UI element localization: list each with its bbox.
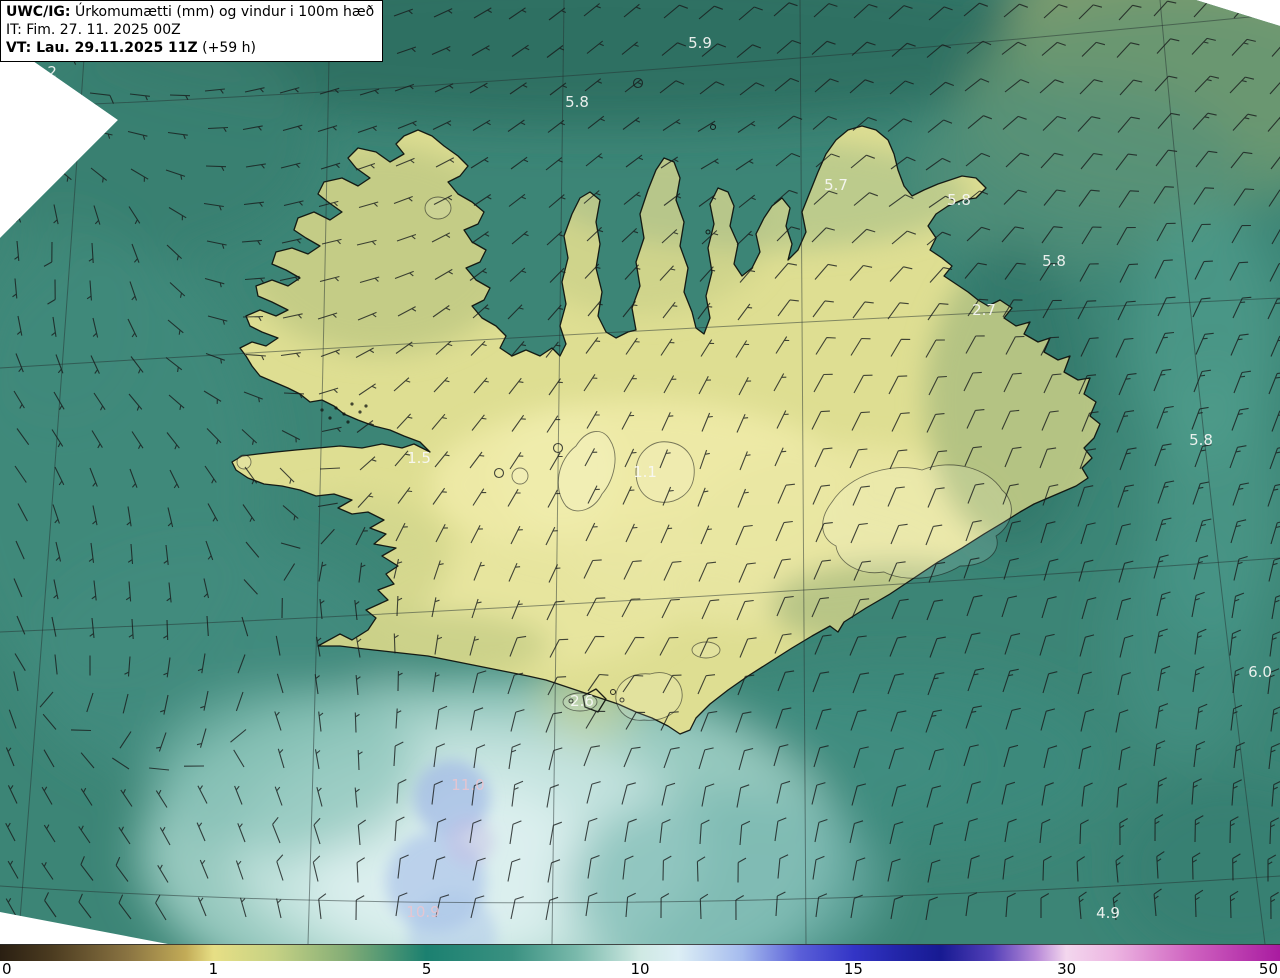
myrdalsjokull-outline	[615, 672, 683, 721]
valid-time-line: VT: Lau. 29.11.2025 11Z (+59 h)	[6, 39, 374, 57]
init-time-line: IT: Fim. 27. 11. 2025 00Z	[6, 22, 181, 38]
precip-value-label: 5.8	[1189, 431, 1213, 449]
precip-value-label: 5.8	[1042, 252, 1066, 270]
product-id: UWC/IG:	[6, 4, 71, 20]
wind-barb	[1268, 3, 1280, 20]
precip-value-label: 11.0	[451, 776, 484, 794]
precip-value-label: 4.9	[1096, 904, 1120, 922]
wind-barb	[17, 127, 38, 138]
colorbar-label: 1	[208, 960, 219, 978]
precip-value-label: 5.7	[824, 176, 848, 194]
precip-value-label: 8.2	[33, 63, 57, 81]
eiriksjokull-outline	[511, 467, 529, 485]
product-title: Úrkomumætti (mm) og vindur i 100m hæð	[70, 4, 375, 20]
snaefellsjokull-outline	[236, 454, 252, 470]
precip-value-label: 5.8	[947, 191, 971, 209]
precip-value-label: 1.1	[633, 463, 657, 481]
precip-value-label: 2.7	[972, 301, 996, 319]
map-info-box: UWC/IG: Úrkomumætti (mm) og vindur i 100…	[0, 0, 384, 62]
precip-value-label: 5.8	[565, 93, 589, 111]
colorbar-tick-labels: 0 1 5 10 15 30 50	[0, 961, 1280, 978]
wind-barb	[13, 203, 22, 223]
forecast-offset: (+59 h)	[197, 40, 256, 56]
colorbar-label: 50	[1258, 960, 1278, 978]
weather-map-page: 8.2 5.9 5.8 5.7 5.8 5.8 2.7 5.8 1.5 1.1 2.6 11.0 10.…	[0, 0, 1280, 978]
precip-value-label: 1.5	[407, 449, 431, 467]
colorbar-label: 30	[1057, 960, 1077, 978]
wind-barb	[52, 128, 73, 138]
valid-time: VT: Lau. 29.11.2025 11Z	[6, 40, 198, 56]
wind-barb	[15, 165, 33, 181]
info-title-line: UWC/IG: Úrkomumætti (mm) og vindur i 100…	[6, 3, 374, 21]
weather-map: 8.2 5.9 5.8 5.7 5.8 5.8 2.7 5.8 1.5 1.1 2.6 11.0 10.…	[0, 0, 1280, 944]
colorbar-label: 0	[2, 960, 12, 978]
precipitation-colorbar	[0, 944, 1280, 961]
precip-value-label: 5.9	[688, 34, 712, 52]
colorbar-label: 5	[421, 960, 432, 978]
wind-barb	[70, 729, 92, 732]
drangajokull-outline	[424, 196, 452, 220]
colorbar-label: 10	[630, 960, 650, 978]
precip-value-label: 6.0	[1248, 663, 1272, 681]
colorbar-label: 15	[843, 960, 863, 978]
precip-value-label: 2.6	[570, 692, 594, 710]
wind-barb	[54, 91, 80, 103]
wind-barb	[14, 90, 35, 98]
precip-value-label: 10.9	[406, 903, 439, 921]
